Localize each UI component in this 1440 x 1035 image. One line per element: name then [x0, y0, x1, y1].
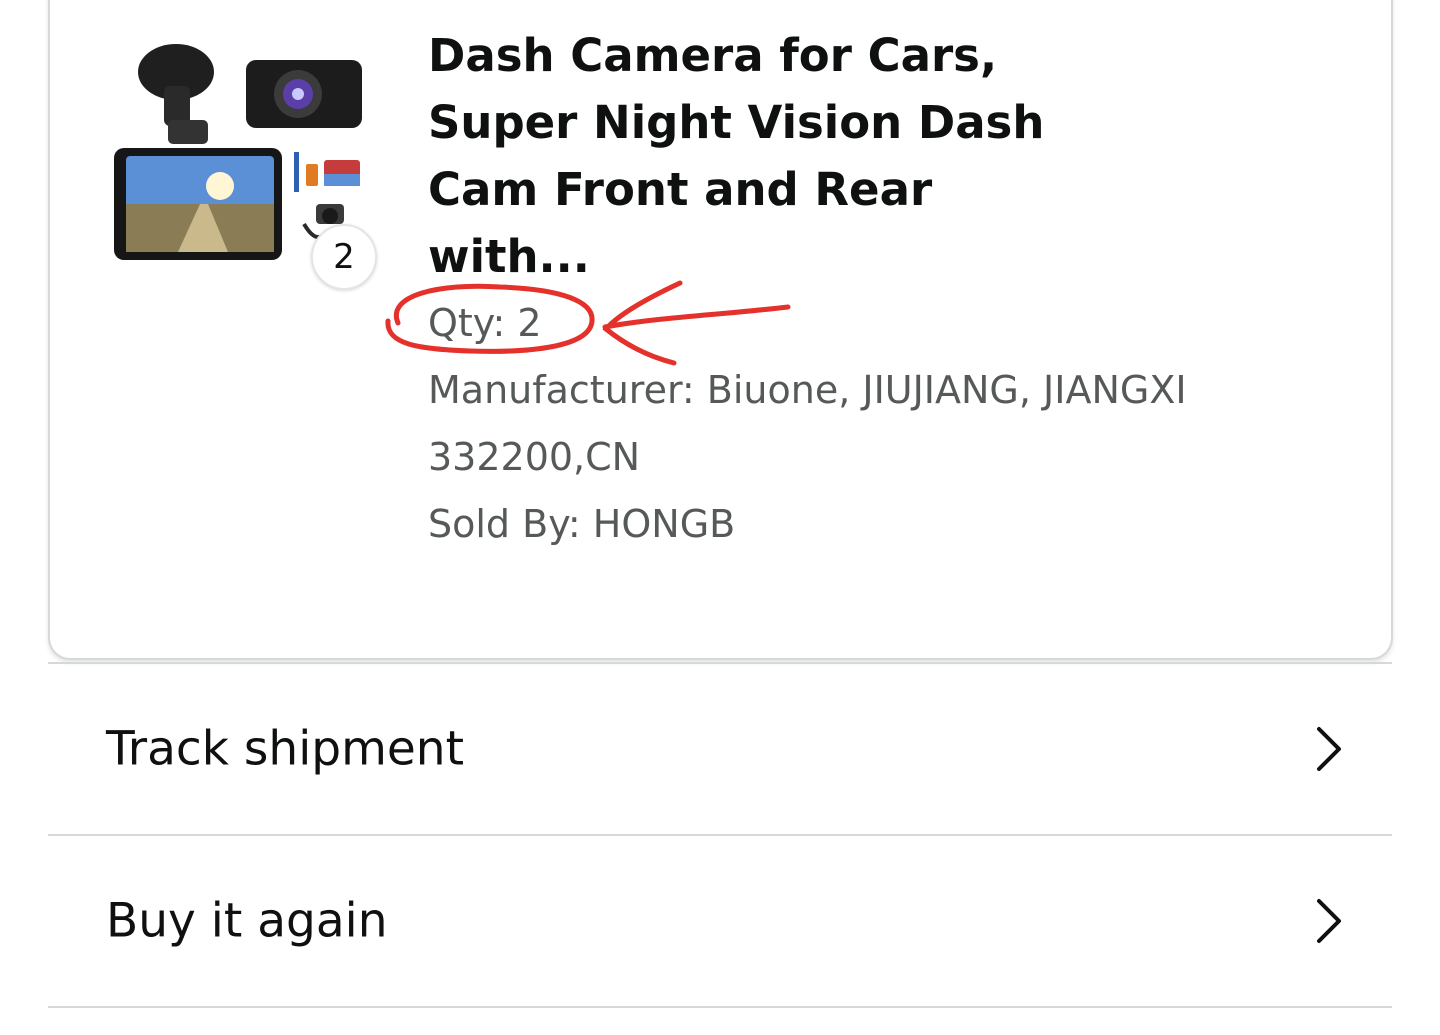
- product-manufacturer: Manufacturer: Biuone, JIUJIANG, JIANGXI …: [428, 368, 1187, 479]
- chevron-right-icon: [1317, 727, 1341, 771]
- track-shipment-label: Track shipment: [106, 721, 465, 777]
- buy-it-again-label: Buy it again: [106, 893, 388, 949]
- track-shipment-row[interactable]: Track shipment: [48, 662, 1392, 834]
- product-quantity: Qty: 2: [428, 301, 542, 345]
- quantity-badge: 2: [311, 224, 377, 290]
- buy-it-again-row[interactable]: Buy it again: [48, 834, 1392, 1008]
- product-seller: Sold By: HONGB: [428, 502, 736, 546]
- chevron-right-icon: [1317, 899, 1341, 943]
- order-details-page: 2 Dash Camera for Cars, Super Night Visi…: [0, 0, 1440, 1035]
- product-title[interactable]: Dash Camera for Cars, Super Night Vision…: [428, 22, 1048, 290]
